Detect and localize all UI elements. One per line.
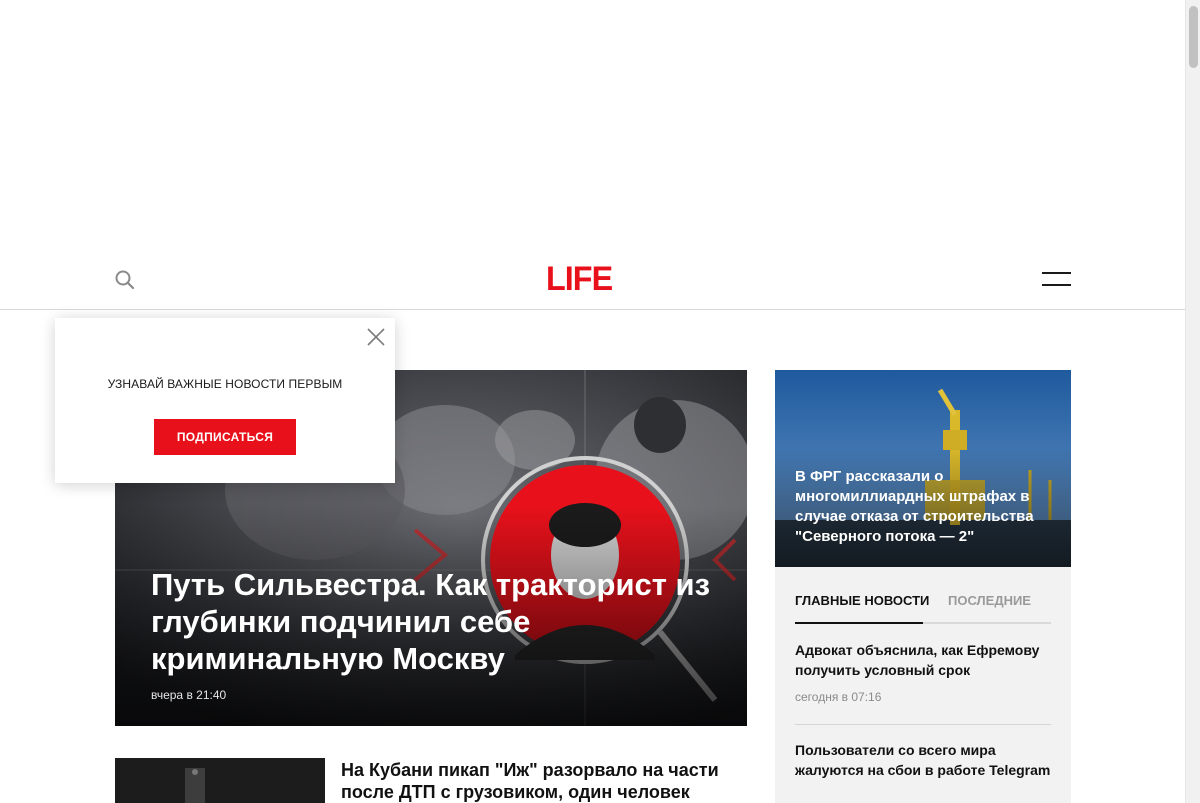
search-button[interactable] <box>113 268 137 292</box>
subscribe-button[interactable]: ПОДПИСАТЬСЯ <box>154 419 296 455</box>
site-logo[interactable]: LIFE <box>546 262 613 296</box>
side-featured-article[interactable]: В ФРГ рассказали о многомиллиардных штра… <box>775 370 1071 567</box>
panel-news-item[interactable]: Адвокат объяснила, как Ефремову получить… <box>795 640 1051 704</box>
panel-news-title[interactable]: Пользователи со всего мира жалуются на с… <box>795 740 1051 780</box>
hero-time: вчера в 21:40 <box>151 688 227 702</box>
panel-news-item[interactable]: Пользователи со всего мира жалуются на с… <box>795 740 1051 780</box>
search-icon <box>115 270 135 290</box>
hero-title[interactable]: Путь Сильвестра. Как тракторист из глуби… <box>151 566 731 677</box>
side-featured-title[interactable]: В ФРГ рассказали о многомиллиардных штра… <box>795 467 1055 547</box>
scrollbar[interactable] <box>1185 0 1200 803</box>
tab-latest-news[interactable]: ПОСЛЕДНИЕ <box>948 593 1031 608</box>
subscribe-popup: УЗНАВАЙ ВАЖНЫЕ НОВОСТИ ПЕРВЫМ ПОДПИСАТЬС… <box>55 318 395 483</box>
subscribe-text: УЗНАВАЙ ВАЖНЫЕ НОВОСТИ ПЕРВЫМ <box>107 377 343 391</box>
hamburger-menu-icon[interactable] <box>1042 270 1072 288</box>
tab-main-news[interactable]: ГЛАВНЫЕ НОВОСТИ <box>795 593 929 624</box>
site-header: LIFE <box>0 250 1185 310</box>
panel-news-time: сегодня в 07:16 <box>795 690 882 704</box>
scrollbar-thumb[interactable] <box>1189 6 1198 68</box>
news-tabs: ГЛАВНЫЕ НОВОСТИ ПОСЛЕДНИЕ <box>795 591 1051 624</box>
news-item-title[interactable]: На Кубани пикап "Иж" разорвало на части … <box>341 759 721 803</box>
panel-divider <box>795 724 1051 725</box>
news-panel: ГЛАВНЫЕ НОВОСТИ ПОСЛЕДНИЕ Адвокат объясн… <box>775 567 1071 803</box>
news-item-image[interactable] <box>115 758 325 803</box>
ad-space <box>0 0 1185 250</box>
panel-news-title[interactable]: Адвокат объяснила, как Ефремову получить… <box>795 640 1051 680</box>
close-icon[interactable] <box>365 326 387 348</box>
